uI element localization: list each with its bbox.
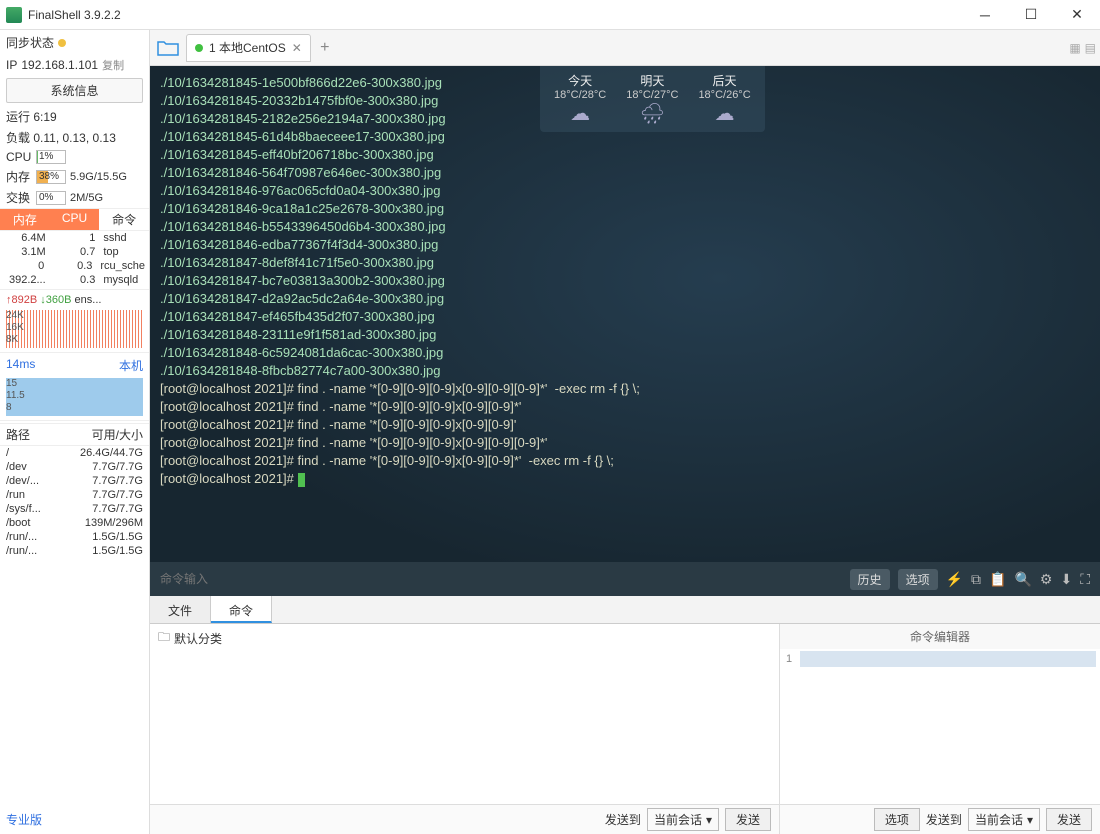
folder-icon: 🗀	[158, 628, 170, 649]
tab-label: 1 本地CentOS	[209, 39, 286, 56]
cpu-label: CPU	[6, 150, 32, 164]
tab-file[interactable]: 文件	[150, 596, 211, 623]
weather-widget: 今天18°C/28°C☁ 明天18°C/27°C🌧 后天18°C/26°C☁	[540, 66, 765, 132]
command-list-panel: 🗀 默认分类 发送到 当前会话▾ 发送	[150, 624, 780, 834]
process-row[interactable]: 392.2...0.3mysqld	[0, 273, 149, 287]
search-icon[interactable]: 🔍	[1014, 571, 1031, 588]
load-value: 0.11, 0.13, 0.13	[33, 131, 116, 145]
titlebar: FinalShell 3.9.2.2 ─ ☐ ✕	[0, 0, 1100, 30]
command-input-bar: 历史 选项 ⚡ ⧉ 📋 🔍 ⚙ ⬇ ⛶	[150, 562, 1100, 596]
disk-row[interactable]: /sys/f...7.7G/7.7G	[0, 502, 149, 516]
app-title: FinalShell 3.9.2.2	[28, 8, 121, 22]
cpu-meter: 1%	[36, 150, 66, 164]
editor-session-select[interactable]: 当前会话▾	[968, 808, 1040, 831]
network-chart: 24K 16K 8K	[6, 310, 143, 348]
load-label: 负载	[6, 131, 30, 145]
process-row[interactable]: 3.1M0.7top	[0, 245, 149, 259]
disk-row[interactable]: /dev/...7.7G/7.7G	[0, 474, 149, 488]
mem-meter: 38%	[36, 170, 66, 184]
editor-title: 命令编辑器	[780, 624, 1100, 649]
disk-row[interactable]: /run/...1.5G/1.5G	[0, 544, 149, 558]
fullscreen-icon[interactable]: ⛶	[1080, 571, 1090, 588]
send-button[interactable]: 发送	[725, 808, 771, 831]
download-icon[interactable]: ⬇	[1060, 571, 1072, 588]
cloud-icon: ☁	[698, 101, 750, 126]
uptime-label: 运行	[6, 110, 30, 124]
cloud-icon: ☁	[554, 101, 606, 126]
disk-table-header: 路径 可用/大小	[0, 423, 149, 446]
grid-view-icon[interactable]: ▦	[1069, 41, 1080, 55]
command-input[interactable]	[160, 572, 842, 586]
close-button[interactable]: ✕	[1054, 0, 1100, 30]
sync-status-dot	[58, 39, 66, 47]
maximize-button[interactable]: ☐	[1008, 0, 1054, 30]
latency-chart: 15 11.5 8	[6, 378, 143, 416]
terminal[interactable]: ./10/1634281845-1e500bf866d22e6-300x380.…	[150, 66, 1100, 596]
uptime-value: 6:19	[33, 110, 56, 124]
tab-command[interactable]: 命令	[211, 596, 272, 623]
settings-icon[interactable]: ⚙	[1040, 571, 1053, 588]
rain-icon: 🌧	[626, 101, 678, 126]
editor-send-button[interactable]: 发送	[1046, 808, 1092, 831]
latency-value: 14ms	[6, 357, 35, 374]
disk-row[interactable]: /run7.7G/7.7G	[0, 488, 149, 502]
editor-body[interactable]: 1	[780, 649, 1100, 804]
disk-row[interactable]: /run/...1.5G/1.5G	[0, 530, 149, 544]
connection-dot-icon	[195, 44, 203, 52]
disk-row[interactable]: /boot139M/296M	[0, 516, 149, 530]
swap-label: 交换	[6, 189, 32, 206]
mem-label: 内存	[6, 168, 32, 185]
disk-row[interactable]: /26.4G/44.7G	[0, 446, 149, 460]
sync-label: 同步状态	[6, 34, 54, 51]
folder-icon[interactable]	[154, 37, 182, 59]
add-tab-button[interactable]: +	[315, 39, 335, 57]
bolt-icon[interactable]: ⚡	[946, 571, 963, 588]
tab-close-icon[interactable]: ✕	[292, 41, 302, 55]
history-button[interactable]: 历史	[850, 569, 890, 590]
split-view-icon[interactable]: ▤	[1085, 41, 1096, 55]
ip-value: 192.168.1.101	[21, 58, 98, 72]
mem-value: 5.9G/15.5G	[70, 171, 127, 183]
disk-row[interactable]: /dev7.7G/7.7G	[0, 460, 149, 474]
send-to-label: 发送到	[926, 811, 962, 828]
sidebar: 同步状态 IP 192.168.1.101 复制 系统信息 运行 6:19 负载…	[0, 30, 150, 834]
tab-bar: 1 本地CentOS ✕ + ▦ ▤	[150, 30, 1100, 66]
send-to-label: 发送到	[605, 811, 641, 828]
local-label[interactable]: 本机	[119, 357, 143, 374]
swap-value: 2M/5G	[70, 192, 103, 204]
app-icon	[6, 7, 22, 23]
command-editor-panel: 命令编辑器 1 选项 发送到 当前会话▾ 发送	[780, 624, 1100, 834]
paste-icon[interactable]: 📋	[989, 571, 1006, 588]
tab-centos[interactable]: 1 本地CentOS ✕	[186, 34, 311, 62]
copy-ip-button[interactable]: 复制	[102, 57, 124, 73]
minimize-button[interactable]: ─	[962, 0, 1008, 30]
ip-label: IP	[6, 58, 17, 72]
process-table-header: 内存 CPU 命令	[0, 208, 149, 231]
process-row[interactable]: 6.4M1sshd	[0, 231, 149, 245]
session-select[interactable]: 当前会话▾	[647, 808, 719, 831]
editor-options-button[interactable]: 选项	[874, 808, 920, 831]
process-row[interactable]: 00.3rcu_sche	[0, 259, 149, 273]
line-number: 1	[786, 653, 792, 665]
bottom-tab-bar: 文件 命令	[150, 596, 1100, 624]
network-stats: ↑892B ↓360B ens...	[0, 292, 149, 308]
system-info-button[interactable]: 系统信息	[6, 78, 143, 103]
default-category[interactable]: 🗀 默认分类	[150, 624, 779, 653]
swap-meter: 0%	[36, 191, 66, 205]
copy-icon[interactable]: ⧉	[971, 571, 981, 588]
options-button[interactable]: 选项	[898, 569, 938, 590]
pro-version-link[interactable]: 专业版	[0, 805, 149, 834]
